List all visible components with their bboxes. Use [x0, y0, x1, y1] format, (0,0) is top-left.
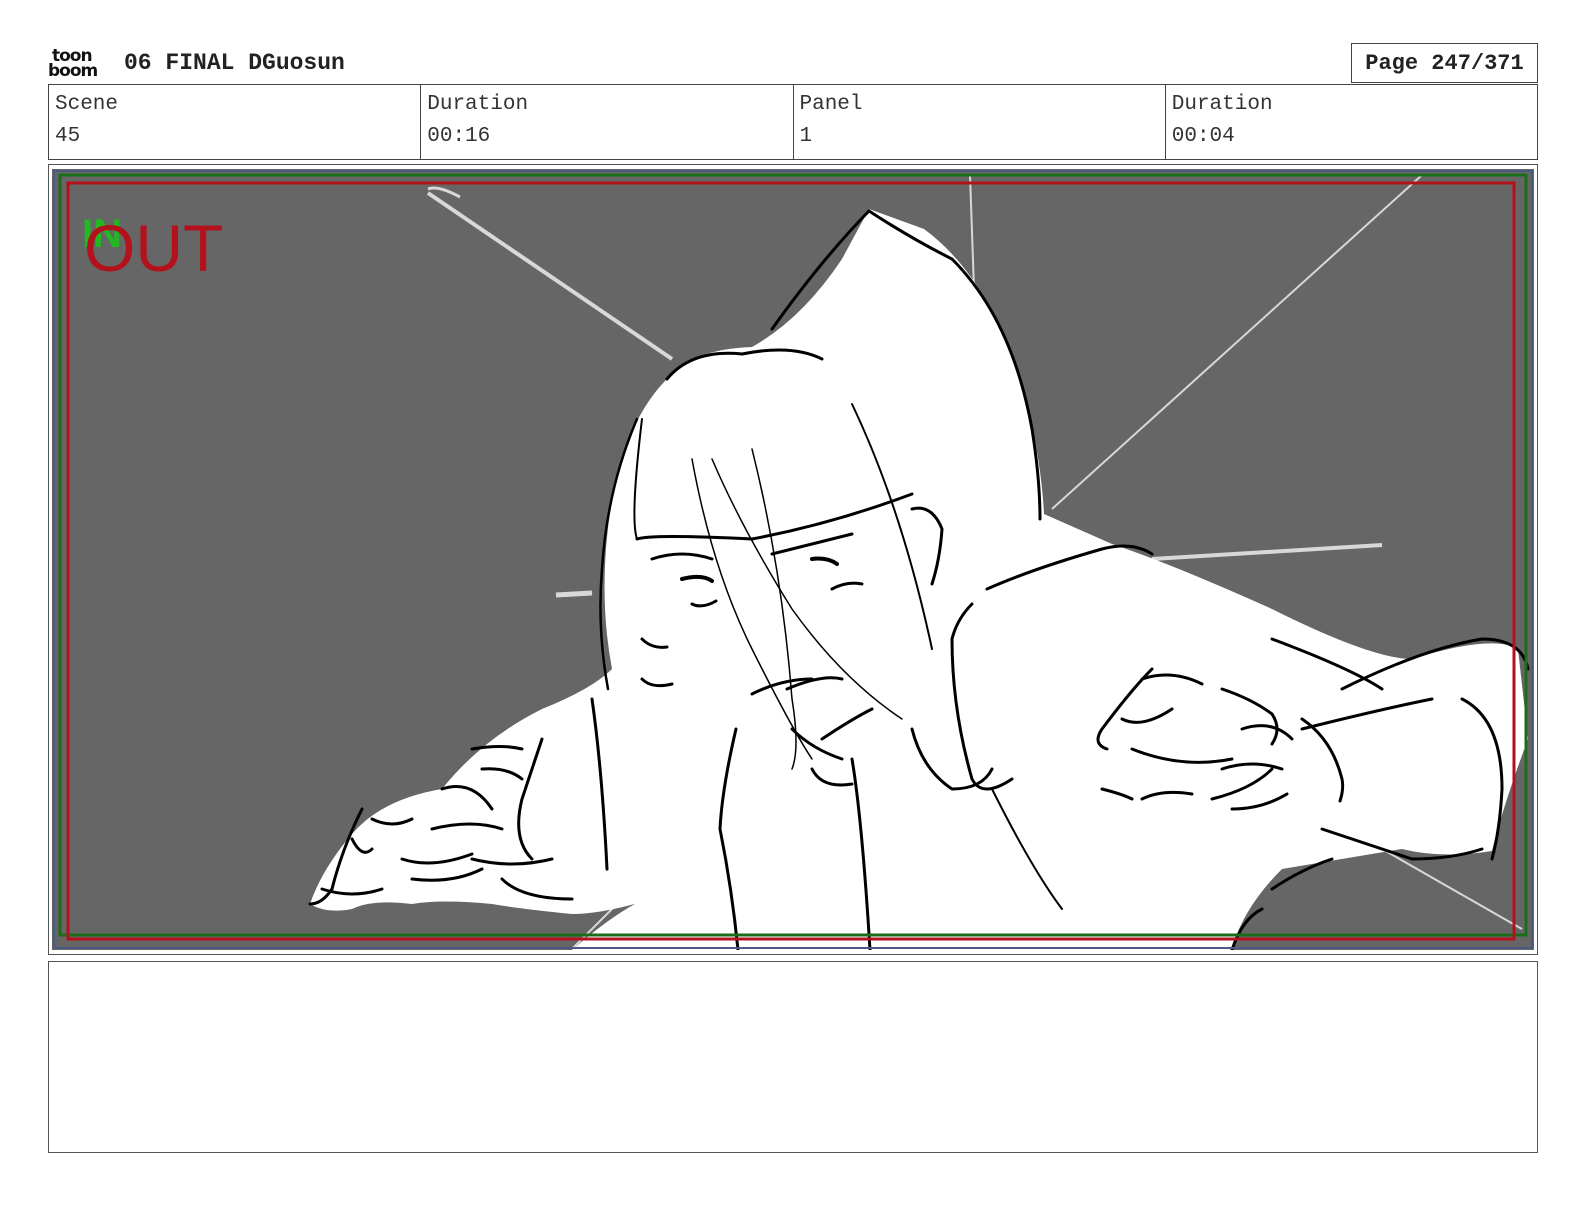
panel-duration-value: 00:04 — [1171, 125, 1235, 148]
logo-bottom-text: boom — [48, 61, 98, 81]
scene-duration-label: Duration — [427, 93, 529, 116]
panel-drawing: IN OUT — [52, 169, 1534, 950]
panel-label: Panel — [799, 93, 863, 116]
panel-value: 1 — [799, 125, 813, 148]
scene-duration-value: 00:16 — [427, 125, 491, 148]
toonboom-logo: toon boom — [48, 48, 106, 82]
scene-duration-cell: Duration 00:16 — [421, 85, 794, 159]
scene-value: 45 — [55, 125, 81, 148]
page-counter: Page 247/371 — [1351, 43, 1538, 83]
overlay-out-text: OUT — [84, 211, 223, 285]
panel-notes-box — [48, 961, 1538, 1153]
scene-label: Scene — [55, 93, 119, 116]
scene-cell: Scene 45 — [49, 85, 422, 159]
storyboard-panel: IN OUT — [48, 164, 1538, 955]
panel-duration-label: Duration — [1171, 93, 1273, 116]
panel-cell: Panel 1 — [794, 85, 1166, 159]
document-title: 06 FINAL DGuosun — [124, 50, 345, 76]
panel-info-table: Scene 45 Duration 00:16 Panel 1 Duration… — [48, 84, 1538, 160]
panel-duration-cell: Duration 00:04 — [1166, 85, 1537, 159]
